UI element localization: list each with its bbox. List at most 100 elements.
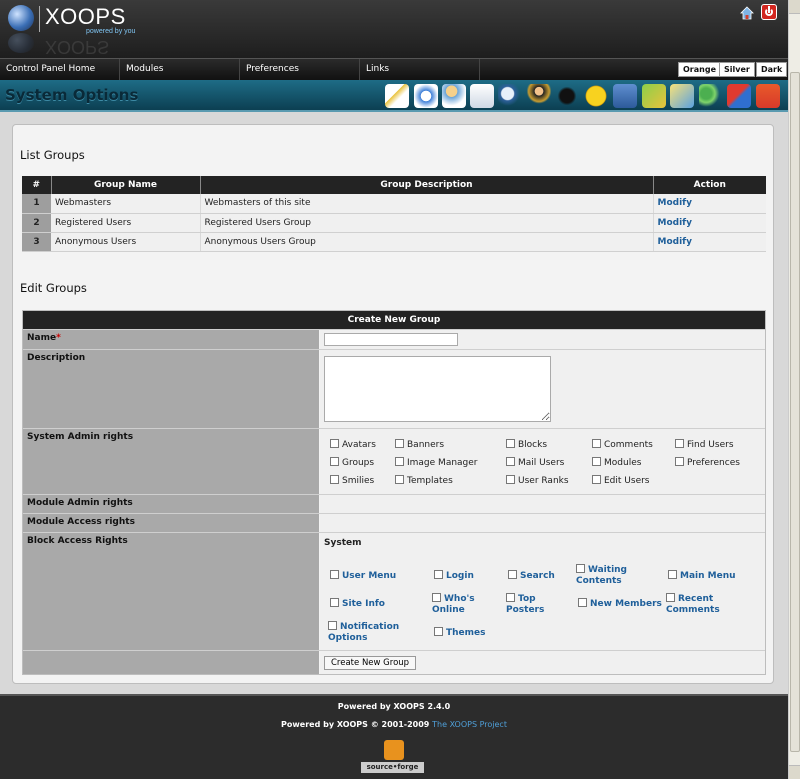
comment-icon[interactable]	[470, 84, 494, 108]
checkbox-recent-comments[interactable]: Recent Comments	[666, 593, 726, 616]
maintenance-icon[interactable]	[756, 84, 780, 108]
logo-divider	[39, 6, 40, 32]
name-label: Name*	[23, 330, 319, 349]
submit-label-cell	[23, 651, 319, 674]
checkbox-top-posters[interactable]: Top Posters	[506, 593, 556, 616]
table-row: 2 Registered Users Registered Users Grou…	[22, 213, 766, 233]
checkbox-main-menu[interactable]: Main Menu	[668, 570, 736, 582]
globe-reflection	[8, 33, 34, 53]
image-manager-icon[interactable]	[613, 84, 637, 108]
banner-icon[interactable]	[414, 84, 438, 108]
checkbox-whos-online[interactable]: Who's Online	[432, 593, 492, 616]
edit-groups-title: Edit Groups	[20, 281, 87, 295]
create-group-form: Create New Group Name* Description Syste…	[22, 310, 766, 675]
column-header-name: Group Name	[51, 176, 201, 194]
checkbox-groups[interactable]: Groups	[330, 457, 374, 468]
checkbox-image-manager[interactable]: Image Manager	[395, 457, 478, 468]
theme-silver-button[interactable]: Silver	[719, 62, 755, 77]
checkbox-waiting-contents[interactable]: Waiting Contents	[576, 564, 646, 587]
vertical-scrollbar[interactable]	[788, 0, 800, 779]
scroll-up-arrow[interactable]	[789, 0, 800, 14]
name-label-text: Name	[27, 333, 57, 343]
checkbox-mail-users[interactable]: Mail Users	[506, 457, 564, 468]
home-icon[interactable]	[740, 6, 754, 20]
checkbox-notification-options[interactable]: Notification Options	[328, 621, 408, 644]
checkbox-new-members[interactable]: New Members	[578, 598, 662, 610]
nav-control-panel-home[interactable]: Control Panel Home	[0, 59, 120, 80]
checkbox-blocks[interactable]: Blocks	[506, 439, 547, 450]
modify-link[interactable]: Modify	[653, 194, 766, 214]
checkbox-banners[interactable]: Banners	[395, 439, 444, 450]
description-textarea[interactable]	[324, 356, 551, 422]
block-icon[interactable]	[442, 84, 466, 108]
checkbox-modules[interactable]: Modules	[592, 457, 641, 468]
table-row: 1 Webmasters Webmasters of this site Mod…	[22, 194, 766, 214]
nav-preferences[interactable]: Preferences	[240, 59, 360, 80]
form-title: Create New Group	[23, 311, 765, 329]
smiley-icon[interactable]	[584, 84, 608, 108]
rank-icon[interactable]	[555, 84, 579, 108]
checkbox-find-users[interactable]: Find Users	[675, 439, 734, 450]
scroll-down-arrow[interactable]	[789, 765, 800, 779]
logo-text[interactable]: XOOPS	[45, 4, 126, 30]
group-name: Registered Users	[51, 213, 201, 233]
templates-icon[interactable]	[727, 84, 751, 108]
find-users-icon[interactable]	[498, 84, 522, 108]
column-header-action: Action	[653, 176, 766, 194]
checkbox-templates[interactable]: Templates	[395, 475, 453, 486]
description-row: Description	[23, 349, 765, 428]
modules-icon[interactable]	[670, 84, 694, 108]
checkbox-user-menu[interactable]: User Menu	[330, 570, 396, 582]
module-access-label: Module Access rights	[23, 514, 319, 532]
rss-icon[interactable]	[384, 740, 404, 760]
group-name: Anonymous Users	[51, 232, 201, 252]
checkbox-themes[interactable]: Themes	[434, 627, 486, 639]
row-number: 2	[22, 213, 51, 233]
sourceforge-badge[interactable]: source•forge	[361, 762, 424, 773]
preferences-icon[interactable]	[699, 84, 723, 108]
list-groups-title: List Groups	[20, 148, 85, 162]
main-nav: Control Panel Home Modules Preferences L…	[0, 58, 788, 80]
scroll-thumb[interactable]	[790, 72, 800, 752]
checkbox-preferences[interactable]: Preferences	[675, 457, 740, 468]
checkbox-search[interactable]: Search	[508, 570, 555, 582]
group-icon[interactable]	[527, 84, 551, 108]
title-bar: System Options	[0, 80, 788, 112]
theme-dark-button[interactable]: Dark	[756, 62, 788, 77]
groups-table: # Group Name Group Description Action 1 …	[22, 176, 766, 252]
table-row: 3 Anonymous Users Anonymous Users Group …	[22, 232, 766, 252]
checkbox-comments[interactable]: Comments	[592, 439, 653, 450]
block-access-label: Block Access Rights	[23, 533, 319, 650]
logout-icon[interactable]	[761, 4, 777, 20]
module-admin-label: Module Admin rights	[23, 495, 319, 513]
logo-tagline: powered by you	[86, 28, 136, 35]
checkbox-avatars[interactable]: Avatars	[330, 439, 376, 450]
modify-link[interactable]: Modify	[653, 232, 766, 252]
create-group-button[interactable]: Create New Group	[324, 656, 417, 670]
footer: Powered by XOOPS 2.4.0 Powered by XOOPS …	[0, 694, 788, 779]
theme-orange-button[interactable]: Orange	[678, 62, 721, 77]
module-admin-row: Module Admin rights	[23, 494, 765, 513]
mail-users-icon[interactable]	[642, 84, 666, 108]
modify-link[interactable]: Modify	[653, 213, 766, 233]
logo-reflection: XOOPS	[45, 37, 110, 57]
name-input[interactable]	[324, 333, 458, 346]
checkbox-site-info[interactable]: Site Info	[330, 598, 385, 610]
copyright-text: Powered by XOOPS © 2001-2009	[281, 720, 430, 729]
group-description: Webmasters of this site	[200, 194, 654, 214]
checkbox-smilies[interactable]: Smilies	[330, 475, 374, 486]
row-number: 1	[22, 194, 51, 214]
footer-powered: Powered by XOOPS 2.4.0	[337, 702, 451, 711]
nav-modules[interactable]: Modules	[120, 59, 240, 80]
column-header-description: Group Description	[200, 176, 654, 194]
column-header-num: #	[22, 176, 52, 194]
checkbox-user-ranks[interactable]: User Ranks	[506, 475, 569, 486]
avatar-icon[interactable]	[385, 84, 409, 108]
checkbox-login[interactable]: Login	[434, 570, 474, 582]
block-access-row: Block Access Rights System User Menu Log…	[23, 532, 765, 650]
checkbox-edit-users[interactable]: Edit Users	[592, 475, 650, 486]
nav-links[interactable]: Links	[360, 59, 480, 80]
name-row: Name*	[23, 329, 765, 349]
xoops-project-link[interactable]: The XOOPS Project	[432, 720, 507, 729]
module-access-row: Module Access rights	[23, 513, 765, 532]
